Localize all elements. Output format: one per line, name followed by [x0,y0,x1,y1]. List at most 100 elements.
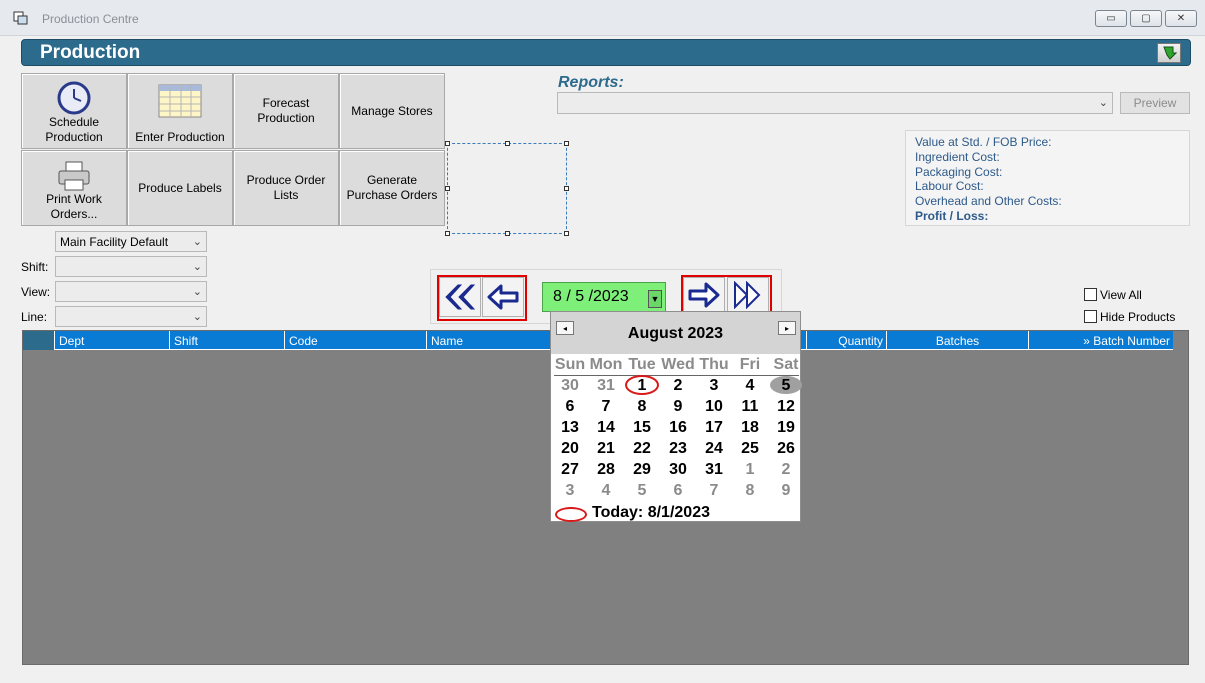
column-header-quantity[interactable]: Quantity [806,331,886,350]
resize-handle[interactable] [445,186,450,191]
weekday-label: Sun [554,356,586,373]
calendar-day[interactable]: 26 [768,440,804,458]
last-page-button[interactable] [727,277,769,313]
next-month-button[interactable]: ▸ [778,321,796,335]
calendar-day[interactable]: 14 [588,419,624,437]
calendar-day[interactable]: 29 [624,461,660,479]
printer-icon [58,161,90,191]
resize-handle[interactable] [505,141,510,146]
weekday-label: Tue [628,356,656,373]
ingredient-cost-label: Ingredient Cost: [915,149,1000,164]
calendar-day[interactable]: 2 [768,461,804,479]
calendar-day[interactable]: 31 [588,377,624,395]
enter-production-button[interactable]: Enter Production [127,73,233,149]
line-select[interactable]: ⌄ [55,306,207,327]
triangle-right-icon: ▸ [784,323,789,333]
calendar-day[interactable]: 9 [660,398,696,416]
minimize-button[interactable]: ▭ [1095,10,1127,27]
calendar-day[interactable]: 5 [624,482,660,500]
calendar-day[interactable]: 4 [732,377,768,395]
calendar-day[interactable]: 8 [624,398,660,416]
double-right-arrow-icon [734,281,761,309]
profit-loss-label: Profit / Loss: [915,208,989,223]
column-header-batch-number[interactable]: » Batch Number [1028,331,1173,350]
manage-stores-button[interactable]: Manage Stores [339,73,445,149]
view-select[interactable]: ⌄ [55,281,207,302]
calendar-header: ◂ August 2023 ▸ [551,312,800,354]
calendar-day[interactable]: 9 [768,482,804,500]
tile-label: Produce Labels [138,180,222,195]
generate-purchase-orders-button[interactable]: Generate Purchase Orders [339,150,445,226]
calendar-day[interactable]: 16 [660,419,696,437]
calendar-day[interactable]: 1 [624,377,660,395]
packaging-cost-label: Packaging Cost: [915,164,1003,179]
calendar-day[interactable]: 7 [588,398,624,416]
resize-handle[interactable] [564,186,569,191]
tile-label: Manage Stores [351,103,433,118]
previous-day-button[interactable] [482,277,524,317]
print-work-orders-button[interactable]: Print Work Orders... [21,150,127,226]
next-day-button[interactable] [683,277,725,313]
calendar-popup[interactable]: ◂ August 2023 ▸ Sun Mon Tue Wed Thu Fri Sat 30… [550,311,804,522]
calendar-day[interactable]: 20 [552,440,588,458]
chevron-down-icon: ⌄ [192,261,202,273]
column-header-batches[interactable]: Batches [886,331,1028,350]
calendar-day[interactable]: 25 [732,440,768,458]
clock-icon [57,81,91,115]
calendar-day[interactable]: 19 [768,419,804,437]
calendar-day[interactable]: 27 [552,461,588,479]
resize-handle[interactable] [564,141,569,146]
facility-select[interactable]: Main Facility Default ⌄ [55,231,207,252]
shift-select[interactable]: ⌄ [55,256,207,277]
resize-handle[interactable] [505,231,510,236]
calendar-day[interactable]: 30 [552,377,588,395]
calendar-day[interactable]: 23 [660,440,696,458]
calendar-day[interactable]: 21 [588,440,624,458]
reports-select[interactable]: ⌄ [557,92,1113,114]
maximize-button[interactable]: ▢ [1130,10,1162,27]
close-button[interactable]: ✕ [1165,10,1197,27]
resize-handle[interactable] [445,141,450,146]
column-header-shift[interactable]: Shift [169,331,284,350]
today-label[interactable]: Today: 8/1/2023 [592,504,710,522]
column-header-dept[interactable]: Dept [54,331,169,350]
produce-labels-button[interactable]: Produce Labels [127,150,233,226]
calendar-month-title: August 2023 [627,325,724,342]
calendar-day[interactable]: 17 [696,419,732,437]
resize-handle[interactable] [564,231,569,236]
calendar-day[interactable]: 7 [696,482,732,500]
calendar-day[interactable]: 12 [768,398,804,416]
calendar-day[interactable]: 10 [696,398,732,416]
date-dropdown-button[interactable]: ▼ [648,290,662,308]
preview-button[interactable]: Preview [1120,92,1190,114]
calendar-day[interactable]: 31 [696,461,732,479]
calendar-day[interactable]: 6 [552,398,588,416]
column-header-code[interactable]: Code [284,331,426,350]
calendar-day[interactable]: 5 [768,377,804,395]
exit-button[interactable] [1157,43,1181,63]
schedule-production-button[interactable]: Schedule Production [21,73,127,149]
view-all-checkbox[interactable] [1084,288,1097,301]
calendar-day[interactable]: 18 [732,419,768,437]
first-page-button[interactable] [439,277,481,317]
chevron-down-icon: ⌄ [192,286,202,298]
calendar-day[interactable]: 13 [552,419,588,437]
calendar-day[interactable]: 1 [732,461,768,479]
calendar-day[interactable]: 15 [624,419,660,437]
calendar-day[interactable]: 24 [696,440,732,458]
calendar-day[interactable]: 3 [696,377,732,395]
calendar-day[interactable]: 22 [624,440,660,458]
calendar-day[interactable]: 28 [588,461,624,479]
produce-order-lists-button[interactable]: Produce Order Lists [233,150,339,226]
calendar-day[interactable]: 6 [660,482,696,500]
calendar-day[interactable]: 11 [732,398,768,416]
calendar-day[interactable]: 4 [588,482,624,500]
forecast-production-button[interactable]: Forecast Production [233,73,339,149]
calendar-day[interactable]: 8 [732,482,768,500]
chevron-down-icon: ⌄ [1098,97,1108,109]
calendar-day[interactable]: 3 [552,482,588,500]
resize-handle[interactable] [445,231,450,236]
calendar-day[interactable]: 30 [660,461,696,479]
hide-products-checkbox[interactable] [1084,310,1097,323]
calendar-day[interactable]: 2 [660,377,696,395]
